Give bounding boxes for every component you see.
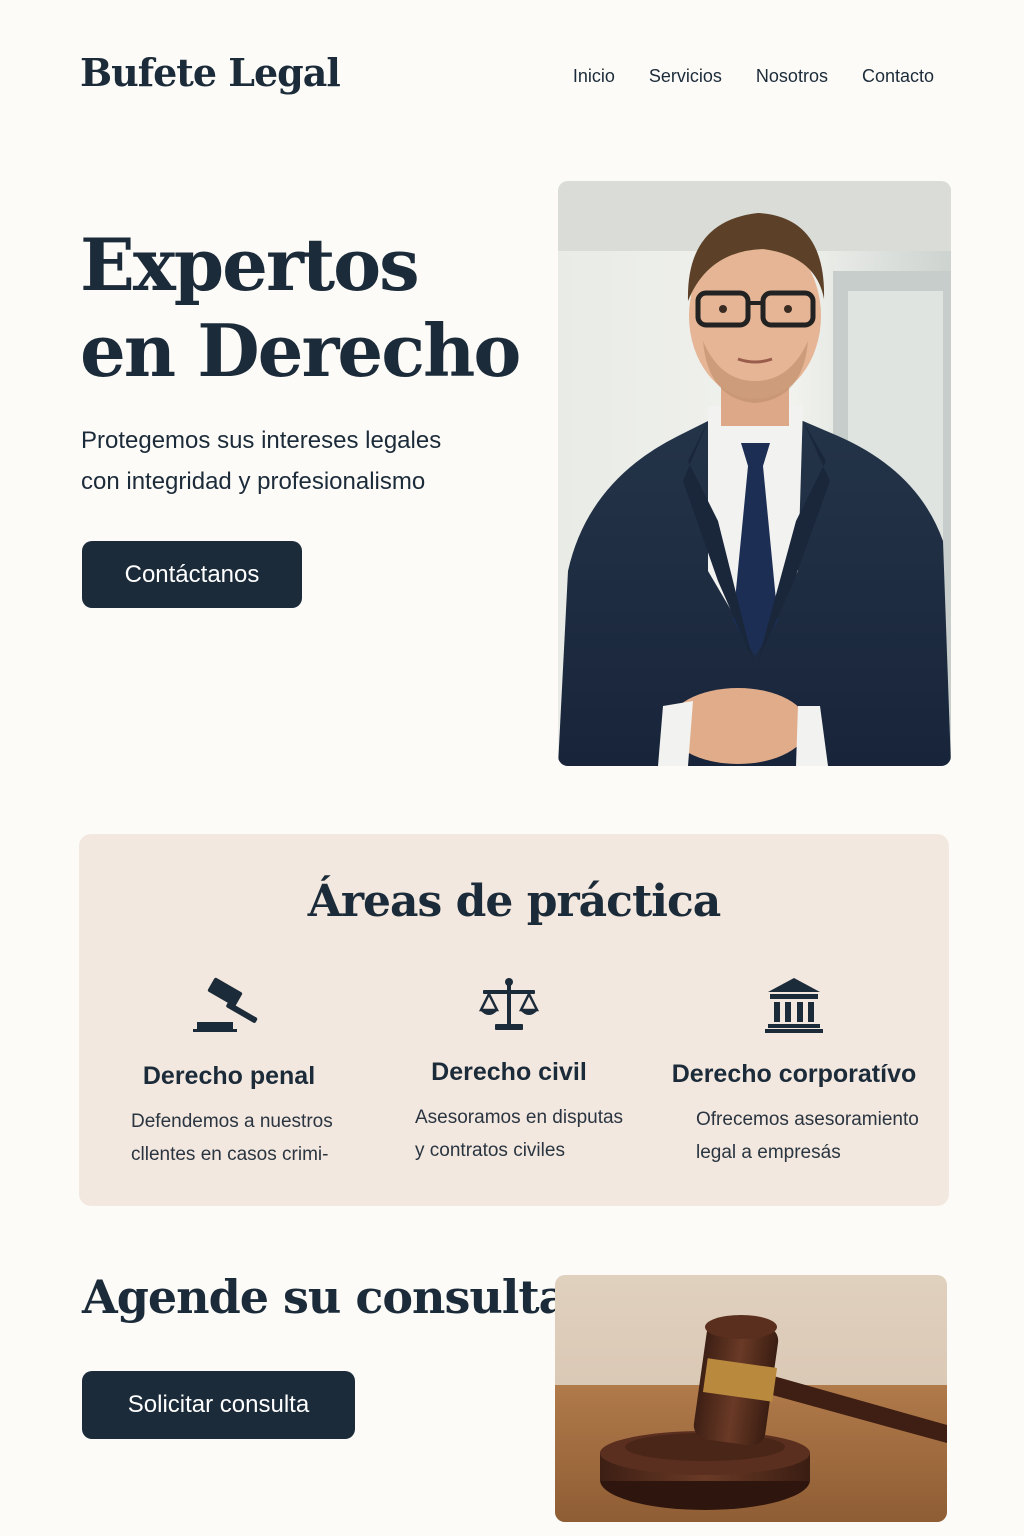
practice-area-title: Derecho penal xyxy=(142,1062,316,1090)
nav-inicio[interactable]: Inicio xyxy=(573,66,615,87)
consult-title: Agende su consulta xyxy=(82,1270,568,1324)
nav-nosotros[interactable]: Nosotros xyxy=(756,66,828,87)
hero-subtitle-line1: Protegemos sus intereses legales xyxy=(81,427,442,454)
hero-subtitle-line2: con integridad y profesionalismo xyxy=(81,468,426,495)
practice-area-civil[interactable]: Derecho civil Asesoramos en disputas y c… xyxy=(369,976,649,1167)
practice-area-penal[interactable]: Derecho penal Defendemos a nuestros clle… xyxy=(89,976,369,1171)
hero-title-line1: Expertos xyxy=(80,222,420,307)
practice-area-description: Asesoramos en disputas y contratos civil… xyxy=(369,1101,649,1167)
practice-area-title: Derecho civil xyxy=(431,1058,587,1086)
hero-title: Expertos en Derecho xyxy=(80,222,521,394)
nav-contacto[interactable]: Contacto xyxy=(862,66,934,87)
description-line2: y contratos civiles xyxy=(415,1140,565,1161)
description-line1: Defendemos a nuestros xyxy=(131,1111,333,1132)
practice-areas-title: Áreas de práctica xyxy=(307,876,722,927)
hero-subtitle: Protegemos sus intereses legales con int… xyxy=(81,420,521,502)
description-line1: Ofrecemos asesoramiento xyxy=(696,1109,919,1130)
description-line2: cllentes en casos crimi- xyxy=(131,1144,329,1165)
lawyer-portrait-photo xyxy=(558,181,951,766)
description-line2: legal a empresás xyxy=(696,1142,841,1163)
practice-areas-section: Áreas de práctica Derecho penal Defendem… xyxy=(79,834,949,1206)
practice-area-corporativo[interactable]: Derecho corporatívo Ofrecemos asesoramie… xyxy=(654,976,934,1169)
contact-button[interactable]: Contáctanos xyxy=(82,541,302,608)
hero-title-line2: en Derecho xyxy=(80,308,521,393)
main-nav: Inicio Servicios Nosotros Contacto xyxy=(573,66,934,87)
gavel-icon xyxy=(193,977,258,1032)
brand-logo[interactable]: Bufete Legal xyxy=(80,50,341,95)
request-consult-button[interactable]: Solicitar consulta xyxy=(82,1371,355,1439)
description-line1: Asesoramos en disputas xyxy=(415,1107,624,1128)
gavel-photo xyxy=(555,1275,947,1522)
practice-area-description: Defendemos a nuestros cllentes en casos … xyxy=(89,1105,369,1171)
scales-icon xyxy=(478,978,540,1030)
practice-area-title: Derecho corporatívo xyxy=(671,1060,917,1088)
nav-servicios[interactable]: Servicios xyxy=(649,66,722,87)
courthouse-icon xyxy=(765,978,823,1033)
practice-area-description: Ofrecemos asesoramiento legal a empresás xyxy=(654,1103,934,1169)
